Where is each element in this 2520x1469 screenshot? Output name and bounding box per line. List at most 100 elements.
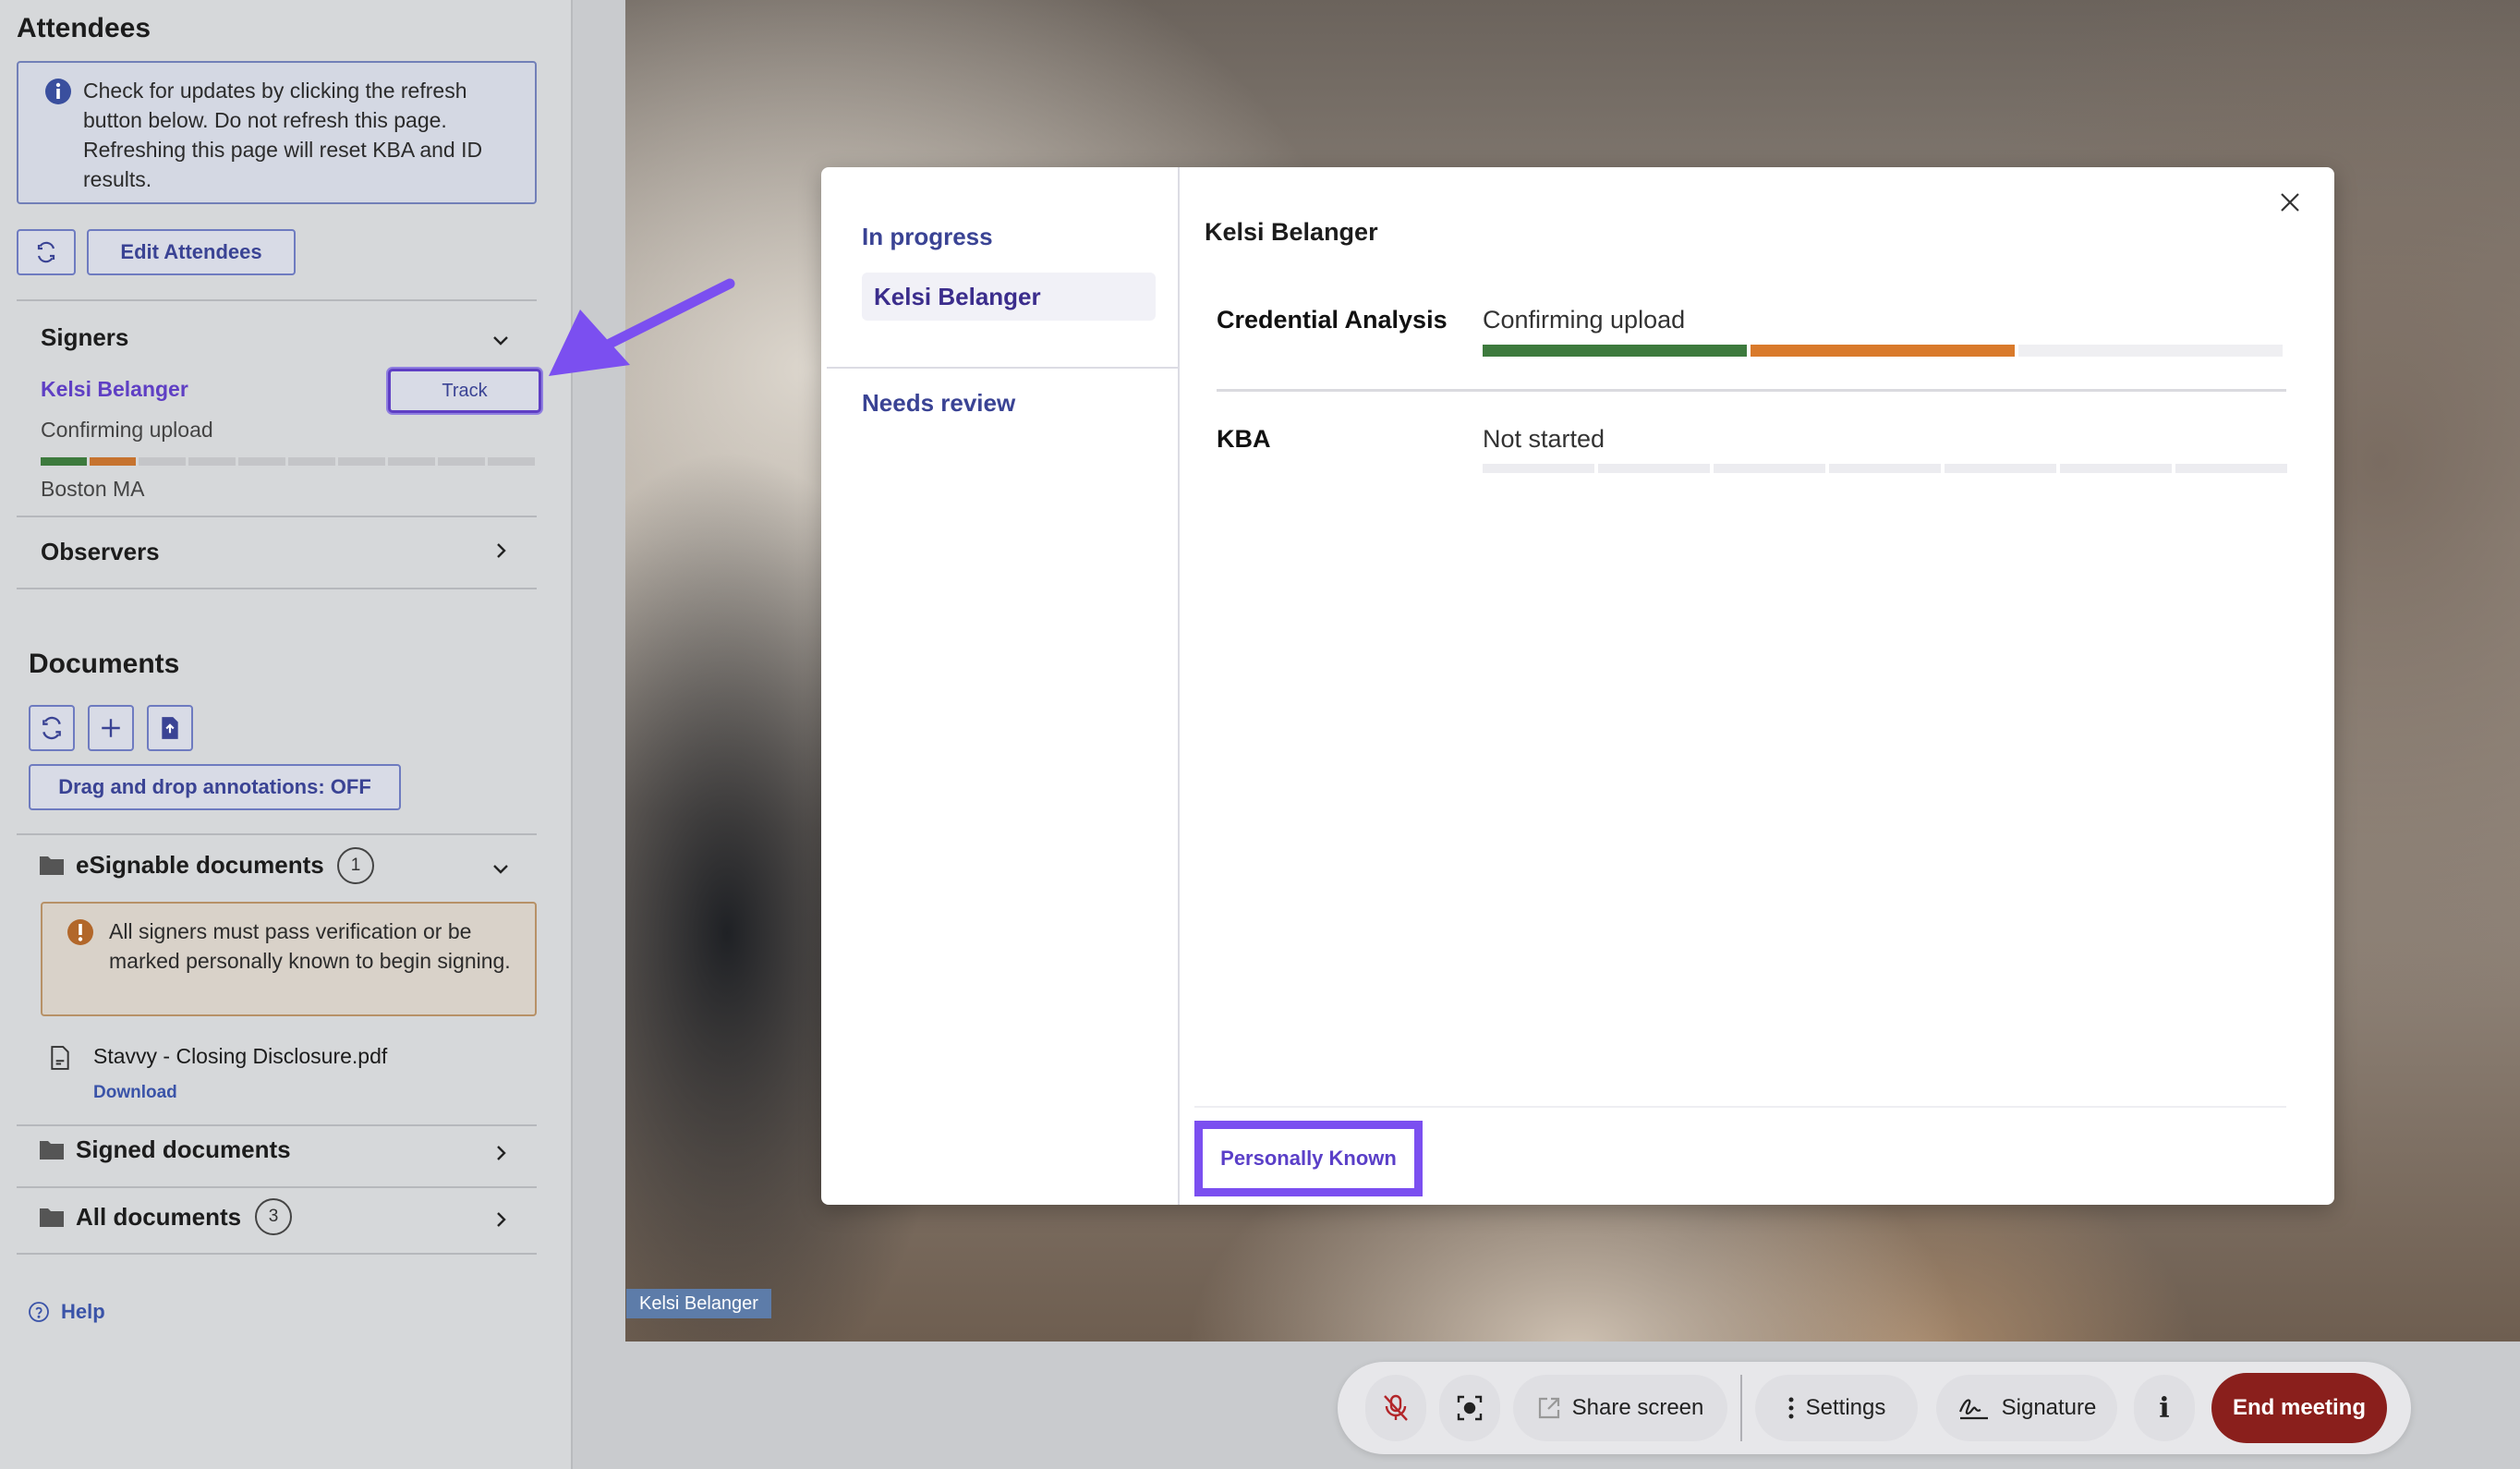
divider (1217, 389, 2286, 392)
edit-attendees-button[interactable]: Edit Attendees (87, 229, 296, 275)
progress-segment (139, 457, 186, 466)
progress-segment (238, 457, 285, 466)
progress-segment (2018, 345, 2283, 357)
refresh-icon (37, 241, 55, 263)
kba-label: KBA (1217, 425, 1271, 453)
settings-label: Settings (1805, 1395, 1886, 1420)
chevron-right-icon[interactable] (490, 1208, 512, 1231)
download-link[interactable]: Download (93, 1083, 177, 1103)
microphone-off-icon (1384, 1394, 1408, 1421)
chevron-down-icon[interactable] (490, 329, 512, 351)
progress-segment (1829, 464, 1941, 473)
add-document-button[interactable] (88, 705, 134, 751)
personally-known-button[interactable]: Personally Known (1194, 1121, 1423, 1196)
attendees-sidebar: Attendees Check for updates by clicking … (0, 0, 573, 1469)
divider (1194, 1106, 2286, 1108)
progress-segment (1714, 464, 1825, 473)
all-documents-label[interactable]: All documents (76, 1203, 241, 1232)
refresh-attendees-button[interactable] (17, 229, 76, 275)
documents-title: Documents (29, 649, 180, 679)
divider (17, 516, 537, 517)
chevron-down-icon[interactable] (490, 857, 512, 880)
signer-name[interactable]: Kelsi Belanger (41, 377, 188, 402)
help-link[interactable]: Help (61, 1300, 105, 1324)
progress-segment (438, 457, 485, 466)
progress-segment (1598, 464, 1710, 473)
sidebar-title: Attendees (17, 13, 151, 43)
help-icon[interactable] (28, 1301, 50, 1323)
credential-analysis-progress (1483, 345, 2283, 357)
settings-button[interactable]: Settings (1755, 1375, 1918, 1441)
share-screen-label: Share screen (1571, 1395, 1704, 1420)
mute-button[interactable] (1365, 1375, 1426, 1441)
signer-list-item-kelsi[interactable]: Kelsi Belanger (862, 273, 1156, 321)
progress-segment (90, 457, 136, 466)
document-upload-icon (162, 717, 178, 739)
signer-status-modal: In progress Kelsi Belanger Needs review … (821, 167, 2334, 1205)
meeting-toolbar: Share screen Settings Signature i End me… (1338, 1362, 2411, 1454)
folder-icon (39, 1138, 65, 1160)
esignable-count-badge: 1 (337, 847, 374, 884)
divider (17, 299, 537, 301)
progress-segment (1483, 464, 1594, 473)
info-icon (44, 78, 72, 105)
all-documents-count-badge: 3 (255, 1198, 292, 1235)
progress-segment (1751, 345, 2015, 357)
kba-progress (1483, 464, 2287, 473)
divider (17, 1124, 537, 1126)
refresh-icon (42, 716, 61, 740)
progress-segment (338, 457, 385, 466)
progress-segment (1483, 345, 1747, 357)
annotation-arrow (545, 273, 739, 388)
info-text: Check for updates by clicking the refres… (83, 79, 483, 191)
upload-document-button[interactable] (147, 705, 193, 751)
folder-icon (39, 1206, 65, 1228)
screenshot-button[interactable] (1439, 1375, 1500, 1441)
progress-segment (288, 457, 335, 466)
share-screen-icon (1538, 1397, 1559, 1419)
divider (17, 833, 537, 835)
plus-icon (102, 719, 120, 737)
warning-text: All signers must pass verification or be… (109, 919, 511, 973)
progress-segment (2060, 464, 2172, 473)
chevron-right-icon[interactable] (490, 540, 512, 562)
signer-progress-bar (41, 457, 535, 466)
credential-analysis-label: Credential Analysis (1217, 306, 1448, 334)
observers-label[interactable]: Observers (41, 538, 160, 566)
progress-segment (1945, 464, 2056, 473)
close-icon[interactable] (2279, 191, 2301, 213)
in-progress-label: In progress (862, 223, 993, 250)
divider (17, 1186, 537, 1188)
end-meeting-button[interactable]: End meeting (2211, 1373, 2387, 1443)
signature-button[interactable]: Signature (1936, 1375, 2117, 1441)
track-button[interactable]: Track (388, 369, 541, 413)
divider (1740, 1375, 1742, 1441)
document-file-name[interactable]: Stavvy - Closing Disclosure.pdf (93, 1044, 387, 1069)
kba-status: Not started (1483, 425, 1605, 453)
refresh-documents-button[interactable] (29, 705, 75, 751)
signature-icon (1958, 1399, 1988, 1420)
signer-status: Confirming upload (41, 418, 213, 442)
drag-drop-annotations-toggle[interactable]: Drag and drop annotations: OFF (29, 764, 401, 810)
esignable-documents-label[interactable]: eSignable documents (76, 851, 324, 880)
info-button[interactable]: i (2134, 1375, 2195, 1441)
divider (17, 1253, 537, 1255)
signer-location: Boston MA (41, 477, 145, 501)
progress-segment (188, 457, 236, 466)
progress-segment (41, 457, 87, 466)
signed-documents-label[interactable]: Signed documents (76, 1135, 291, 1164)
pdf-file-icon (50, 1046, 70, 1070)
modal-signer-list: In progress Kelsi Belanger Needs review (821, 167, 1180, 1205)
more-vertical-icon (1788, 1397, 1794, 1419)
progress-segment (2175, 464, 2287, 473)
folder-icon (39, 854, 65, 876)
share-screen-button[interactable]: Share screen (1513, 1375, 1727, 1441)
needs-review-label: Needs review (862, 389, 1016, 417)
info-notice: Check for updates by clicking the refres… (17, 61, 537, 204)
progress-segment (388, 457, 435, 466)
chevron-right-icon[interactable] (490, 1142, 512, 1164)
verification-warning: All signers must pass verification or be… (41, 902, 537, 1016)
camera-capture-icon (1457, 1395, 1483, 1421)
participant-name-tag: Kelsi Belanger (626, 1289, 771, 1318)
signature-label: Signature (2001, 1395, 2097, 1420)
